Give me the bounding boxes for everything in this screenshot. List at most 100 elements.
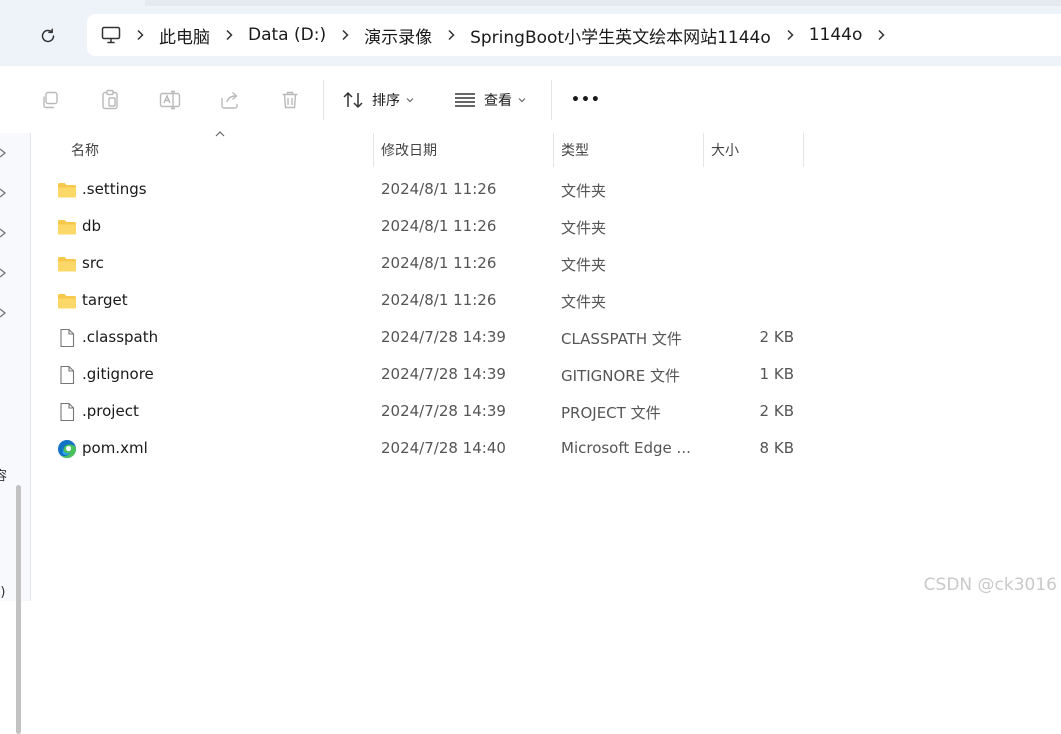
folder-icon xyxy=(58,257,76,272)
breadcrumb-chevron[interactable] xyxy=(432,14,470,56)
more-options-button[interactable]: ••• xyxy=(571,86,601,114)
file-type: PROJECT 文件 xyxy=(561,404,661,422)
breadcrumb-chevron[interactable] xyxy=(771,14,809,56)
file-date-modified: 2024/8/1 11:26 xyxy=(381,291,497,309)
toolbar-separator xyxy=(323,80,324,120)
folder-icon xyxy=(58,220,76,235)
edge-icon xyxy=(58,440,76,458)
file-row[interactable]: src 2024/8/1 11:26 文件夹 xyxy=(31,245,1061,282)
expand-arrow-icon[interactable] xyxy=(0,228,8,238)
expand-arrow-icon[interactable] xyxy=(0,268,8,278)
share-button[interactable] xyxy=(216,86,244,114)
breadcrumb-chevron[interactable] xyxy=(210,14,248,56)
file-row[interactable]: db 2024/8/1 11:26 文件夹 xyxy=(31,208,1061,245)
file-icon xyxy=(60,402,75,422)
paste-button[interactable] xyxy=(96,86,124,114)
navigation-pane[interactable]: 容 :) xyxy=(0,133,31,734)
breadcrumb-demo-recordings[interactable]: 演示录像 xyxy=(364,23,432,48)
rename-button[interactable] xyxy=(156,86,184,114)
view-label: 查看 xyxy=(484,93,512,109)
nav-item-fragment[interactable]: 容 xyxy=(0,465,7,484)
folder-icon xyxy=(58,294,76,309)
expand-arrow-icon[interactable] xyxy=(0,148,8,158)
breadcrumb-project-folder[interactable]: SpringBoot小学生英文绘本网站1144o xyxy=(470,23,771,48)
file-row[interactable]: .gitignore 2024/7/28 14:39 GITIGNORE 文件 … xyxy=(31,356,1061,393)
list-view-icon xyxy=(455,93,475,107)
file-row[interactable]: pom.xml 2024/7/28 14:40 Microsoft Edge .… xyxy=(31,430,1061,467)
breadcrumb-chevron[interactable] xyxy=(326,14,364,56)
file-type: 文件夹 xyxy=(561,182,607,200)
file-name: .project xyxy=(82,402,139,420)
expand-arrow-icon[interactable] xyxy=(0,308,8,318)
paste-icon xyxy=(102,89,118,110)
column-divider[interactable] xyxy=(703,133,704,167)
expand-arrow-icon[interactable] xyxy=(0,188,8,198)
sort-arrows-icon xyxy=(343,92,363,108)
file-type: 文件夹 xyxy=(561,219,607,237)
column-type[interactable]: 类型 xyxy=(561,133,589,167)
file-row[interactable]: target 2024/8/1 11:26 文件夹 xyxy=(31,282,1061,319)
file-name: src xyxy=(82,254,104,272)
file-date-modified: 2024/7/28 14:39 xyxy=(381,365,506,383)
monitor-icon xyxy=(101,26,121,44)
this-pc-button[interactable] xyxy=(101,26,121,44)
breadcrumb-chevron[interactable] xyxy=(121,14,159,56)
column-divider[interactable] xyxy=(373,133,374,167)
column-divider[interactable] xyxy=(803,133,804,167)
file-date-modified: 2024/8/1 11:26 xyxy=(381,180,497,198)
file-date-modified: 2024/8/1 11:26 xyxy=(381,254,497,272)
file-row[interactable]: .classpath 2024/7/28 14:39 CLASSPATH 文件 … xyxy=(31,319,1061,356)
file-date-modified: 2024/7/28 14:39 xyxy=(381,328,506,346)
file-size: 2 KB xyxy=(759,328,794,346)
nav-scrollbar[interactable] xyxy=(16,485,21,734)
chevron-down-icon xyxy=(406,98,414,103)
refresh-button[interactable] xyxy=(34,22,62,50)
chevron-right-icon xyxy=(448,29,455,41)
rename-icon xyxy=(159,90,181,110)
breadcrumb-current-folder[interactable]: 1144o xyxy=(809,25,863,45)
chevron-right-icon xyxy=(787,29,794,41)
breadcrumb-chevron[interactable] xyxy=(862,14,900,56)
trash-icon xyxy=(282,91,298,109)
nav-item-fragment[interactable]: :) xyxy=(0,585,5,600)
column-name[interactable]: 名称 xyxy=(71,133,99,167)
folder-icon xyxy=(58,183,76,198)
sort-label: 排序 xyxy=(372,93,400,109)
view-button[interactable]: 查看 xyxy=(454,86,526,114)
breadcrumb-this-pc[interactable]: 此电脑 xyxy=(159,23,210,48)
file-name: db xyxy=(82,217,102,235)
file-date-modified: 2024/7/28 14:40 xyxy=(381,439,506,457)
file-name: .classpath xyxy=(82,328,159,346)
chevron-down-icon xyxy=(518,98,526,103)
file-name: pom.xml xyxy=(82,439,148,457)
column-size[interactable]: 大小 xyxy=(711,133,739,167)
chevron-right-icon xyxy=(226,29,233,41)
breadcrumb-drive-d[interactable]: Data (D:) xyxy=(248,25,326,45)
file-name: .gitignore xyxy=(82,365,154,383)
file-type: 文件夹 xyxy=(561,256,607,274)
file-date-modified: 2024/8/1 11:26 xyxy=(381,217,497,235)
file-row[interactable]: .project 2024/7/28 14:39 PROJECT 文件 2 KB xyxy=(31,393,1061,430)
file-size: 1 KB xyxy=(759,365,794,383)
file-size: 2 KB xyxy=(759,402,794,420)
column-date-modified[interactable]: 修改日期 xyxy=(381,133,437,167)
refresh-icon xyxy=(41,28,55,43)
sort-ascending-icon xyxy=(215,131,225,137)
share-icon xyxy=(221,91,238,109)
copy-button[interactable] xyxy=(36,86,64,114)
column-header: 名称 修改日期 类型 大小 xyxy=(31,131,1061,167)
address-bar[interactable]: 此电脑 Data (D:) 演示录像 SpringBoot小学生英文绘本网站11… xyxy=(87,14,1061,56)
file-icon xyxy=(60,365,75,385)
file-name: target xyxy=(82,291,128,309)
delete-button[interactable] xyxy=(276,86,304,114)
more-icon: ••• xyxy=(571,92,601,108)
file-date-modified: 2024/7/28 14:39 xyxy=(381,402,506,420)
file-type: GITIGNORE 文件 xyxy=(561,367,680,385)
file-type: Microsoft Edge ... xyxy=(561,439,691,457)
file-type: CLASSPATH 文件 xyxy=(561,330,682,348)
file-type: 文件夹 xyxy=(561,293,607,311)
column-divider[interactable] xyxy=(553,133,554,167)
sort-button[interactable]: 排序 xyxy=(342,86,414,114)
file-row[interactable]: .settings 2024/8/1 11:26 文件夹 xyxy=(31,171,1061,208)
chevron-right-icon xyxy=(137,29,144,41)
